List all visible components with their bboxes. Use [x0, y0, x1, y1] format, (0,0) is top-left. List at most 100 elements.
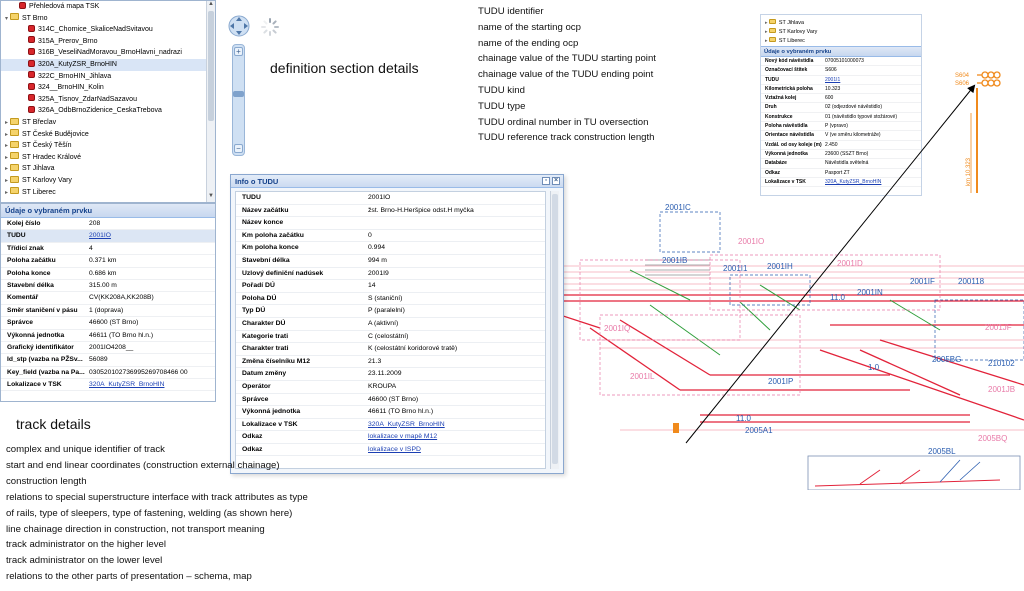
- signal-detail-title: Údaje o vybraném prvku: [761, 46, 921, 57]
- row-link[interactable]: 320A_KutyZSR_BrnoHIN: [89, 379, 215, 390]
- close-icon[interactable]: ×: [552, 177, 560, 185]
- row-value: 2001IO4208__: [89, 343, 134, 351]
- info-window[interactable]: Info o TUDU ▫ × TUDU 2001IO Název začátku ž…: [230, 174, 564, 474]
- row-value: 21.3: [368, 357, 382, 365]
- tree-item[interactable]: ▸ ST České Budějovice: [1, 129, 215, 141]
- schema-label[interactable]: 2001JB: [988, 385, 1015, 394]
- tree-item-label: 326A_OdbBrnoZidenice_CeskaTrebova: [38, 107, 162, 115]
- zoom-out-button[interactable]: −: [234, 144, 243, 153]
- loading-spinner-icon: [261, 18, 279, 36]
- schema-label[interactable]: 2001IF: [910, 277, 935, 286]
- table-row: Vztažná kolej 600: [761, 94, 921, 104]
- tree-item[interactable]: 315A_Prerov_Brno: [1, 36, 215, 48]
- tree-item[interactable]: ▸ ST Liberec: [761, 37, 921, 46]
- schema-label[interactable]: 210102: [988, 359, 1015, 368]
- tree-item[interactable]: ▸ ST Liberec: [1, 187, 215, 199]
- row-key: Poloha DÚ: [242, 294, 277, 302]
- info-scrollbar[interactable]: [550, 191, 559, 469]
- tree-item[interactable]: ▸ ST Hradec Králové: [1, 152, 215, 164]
- row-link[interactable]: lokalizace v mapě M12: [368, 431, 545, 443]
- schema-label[interactable]: 11.0: [830, 293, 846, 302]
- schema-label[interactable]: 2001IL: [630, 372, 655, 381]
- tree-item[interactable]: 324__BrnoHIN_Kolin: [1, 82, 215, 94]
- row-key: TUDU: [242, 194, 261, 201]
- row-key: Pořadí DÚ: [242, 282, 275, 290]
- tree-item[interactable]: ▸ ST Jihlava: [761, 19, 921, 28]
- folder-icon: [10, 187, 19, 195]
- table-row: Správce 46600 (ST Brno): [236, 394, 545, 407]
- row-value: 46611 (TO Brno hl.n.): [89, 331, 154, 339]
- row-value: 0: [368, 231, 372, 239]
- scroll-down-icon[interactable]: ▼: [207, 193, 215, 202]
- signal-detail-table: Nový kód návěstidla 07005101000073 Označov…: [761, 57, 921, 188]
- tree-item[interactable]: ▾ ST Brno: [1, 13, 215, 25]
- schema-label[interactable]: 2001I1: [723, 264, 748, 273]
- row-key: Operátor: [242, 382, 271, 390]
- table-row: Lokalizace v TSK 320A_KutyZSR_BrnoHIN: [761, 178, 921, 188]
- row-link[interactable]: 320A_KutyZSR_BrnoHIN: [825, 178, 921, 186]
- schema-label[interactable]: 1.0: [868, 363, 880, 372]
- schema-label[interactable]: 2005BQ: [978, 434, 1007, 443]
- table-row: Lokalizace v TSK 320A_KutyZSR_BrnoHIN: [236, 419, 545, 432]
- tree-item[interactable]: 326A_OdbBrnoZidenice_CeskaTrebova: [1, 105, 215, 117]
- table-row: Třídicí znak 4: [1, 243, 215, 256]
- row-link[interactable]: 320A_KutyZSR_BrnoHIN: [368, 419, 545, 431]
- tree-item[interactable]: 316B_VeseliNadMoravou_BrnoHlavni_nadrazi: [1, 47, 215, 59]
- tree-item[interactable]: 325A_Tisnov_ZdarNadSazavou: [1, 94, 215, 106]
- schema-label[interactable]: 200118: [958, 277, 985, 286]
- zoom-slider-thumb[interactable]: [233, 91, 244, 97]
- tree-scroll-thumb[interactable]: [208, 11, 214, 121]
- schema-label[interactable]: 2001IO: [738, 237, 764, 246]
- schema-label[interactable]: 2001IB: [662, 256, 687, 265]
- tree-item[interactable]: ▸ ST Jihlava: [1, 163, 215, 175]
- zoom-in-button[interactable]: +: [234, 47, 243, 56]
- schema-label[interactable]: 2001JF: [985, 323, 1012, 332]
- row-link[interactable]: 2001I1: [825, 76, 921, 84]
- row-link[interactable]: lokalizace v ISPD: [368, 444, 545, 456]
- table-row: Km poloha konce 0.994: [236, 242, 545, 255]
- schema-label[interactable]: 2005BG: [932, 355, 961, 364]
- tudu-note: chainage value of the TUDU ending point: [478, 69, 654, 81]
- signal-label: S604: [955, 73, 970, 79]
- tree-scrollbar[interactable]: ▲ ▼: [206, 1, 215, 202]
- folder-icon: [10, 13, 19, 21]
- tree-item[interactable]: 320A_KutyZSR_BrnoHIN: [1, 58, 215, 71]
- signal-lamps-icon[interactable]: [977, 71, 1001, 87]
- schema-label[interactable]: 2001IN: [857, 288, 883, 297]
- track-details-heading: track details: [16, 416, 91, 432]
- row-key: Lokalizace v TSK: [765, 178, 806, 185]
- tree-item[interactable]: 314C_Chornice_SkaliceNadSvitavou: [1, 24, 215, 36]
- row-link[interactable]: 2001IO: [89, 230, 215, 241]
- maximize-icon[interactable]: ▫: [542, 177, 550, 185]
- tree-item[interactable]: ▸ ST Břeclav: [1, 117, 215, 129]
- schema-label[interactable]: 2001IQ: [604, 324, 630, 333]
- row-key: Kilometrická poloha: [765, 85, 813, 92]
- info-window-title[interactable]: Info o TUDU ▫ ×: [231, 175, 563, 188]
- schema-label[interactable]: 2001IP: [768, 377, 793, 386]
- tree-item[interactable]: 322C_BrnoHIN_Jihlava: [1, 71, 215, 83]
- schema-label[interactable]: 2001IH: [767, 262, 793, 271]
- schema-label[interactable]: 2005A1: [745, 426, 773, 435]
- pan-control-icon[interactable]: [227, 14, 251, 38]
- table-row: Označovací štítek S606: [761, 66, 921, 76]
- track-note: track administrator on the lower level: [6, 555, 163, 567]
- row-key: TUDU: [765, 76, 779, 83]
- schema-label[interactable]: 2005BL: [928, 447, 956, 456]
- signal-detail-panel: ▸ ST Jihlava ▸ ST Karlovy Vary ▸ ST Libere…: [760, 14, 922, 196]
- tree-item[interactable]: ▸ ST Český Těšín: [1, 140, 215, 152]
- schema-label[interactable]: 11.0: [736, 414, 752, 423]
- zoom-slider[interactable]: + −: [232, 44, 245, 156]
- tree-item[interactable]: ▸ ST Karlovy Vary: [761, 28, 921, 37]
- info-window-title-text: Info o TUDU: [235, 177, 279, 186]
- tree-expander-icon[interactable]: ▸: [3, 188, 10, 200]
- table-row: Výkonná jednotka 46611 (TO Brno hl.n.): [236, 406, 545, 419]
- scroll-up-icon[interactable]: ▲: [207, 1, 215, 10]
- schema-label[interactable]: 2001ID: [837, 259, 863, 268]
- row-key: Správce: [7, 319, 34, 327]
- tree-item[interactable]: Přehledová mapa TSK: [1, 1, 215, 13]
- info-scroll-thumb[interactable]: [552, 194, 558, 464]
- track-schema[interactable]: 2001IC 2001IO 2001IB 2001I1 2001IH 2001ID 2001…: [560, 190, 1024, 490]
- row-value: Návěstidla světelná: [825, 160, 869, 167]
- tree-item[interactable]: ▸ ST Karlovy Vary: [1, 175, 215, 187]
- schema-label[interactable]: 2001IC: [665, 203, 691, 212]
